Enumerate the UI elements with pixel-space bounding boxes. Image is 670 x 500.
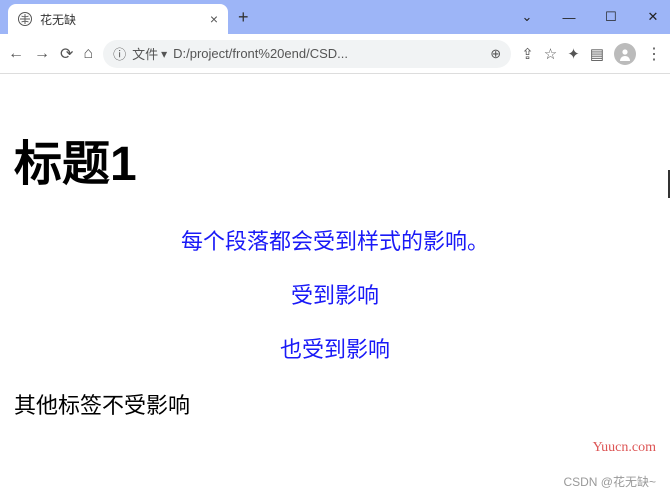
file-chip: 文件 ▾ (132, 44, 167, 63)
star-icon[interactable]: ☆ (544, 45, 557, 63)
page-content: 标题1 每个段落都会受到样式的影响。 受到影响 也受到影响 其他标签不受影响 (0, 74, 670, 438)
window-controls: ⌄ — ☐ ✕ (518, 9, 662, 25)
menu-icon[interactable]: ⋮ (646, 44, 662, 64)
caret-down-icon[interactable]: ⌄ (518, 9, 536, 25)
new-tab-button[interactable]: + (238, 7, 249, 28)
back-icon[interactable]: ← (8, 45, 24, 63)
maximize-button[interactable]: ☐ (602, 9, 620, 25)
url-text: D:/project/front%20end/CSD... (173, 46, 484, 61)
heading-1: 标题1 (14, 124, 656, 194)
address-bar[interactable]: ⓘ 文件 ▾ D:/project/front%20end/CSD... ⊕ (103, 40, 511, 68)
avatar[interactable] (614, 43, 636, 65)
globe-icon (18, 12, 32, 26)
tab-title: 花无缺 (40, 11, 202, 28)
reading-list-icon[interactable]: ▤ (590, 45, 604, 63)
paragraph-3: 也受到影响 (14, 332, 656, 364)
share-icon[interactable]: ⇪ (521, 45, 534, 63)
window-titlebar: 花无缺 × + ⌄ — ☐ ✕ (0, 0, 670, 34)
watermark-site: Yuucn.com (593, 440, 656, 456)
paragraph-1: 每个段落都会受到样式的影响。 (14, 224, 656, 256)
paragraph-2: 受到影响 (14, 278, 656, 310)
browser-toolbar: ← → ⟳ ⌂ ⓘ 文件 ▾ D:/project/front%20end/CS… (0, 34, 670, 74)
watermark-author: CSDN @花无缺~ (563, 473, 656, 490)
home-icon[interactable]: ⌂ (83, 45, 93, 63)
close-button[interactable]: ✕ (644, 9, 662, 25)
reload-icon[interactable]: ⟳ (60, 44, 73, 64)
browser-tab[interactable]: 花无缺 × (8, 4, 228, 34)
plain-text: 其他标签不受影响 (14, 388, 656, 420)
search-icon[interactable]: ⊕ (490, 46, 501, 62)
tab-close-icon[interactable]: × (210, 11, 218, 27)
forward-icon[interactable]: → (34, 45, 50, 63)
extensions-icon[interactable]: ✦ (567, 45, 580, 63)
info-icon: ⓘ (113, 44, 126, 63)
minimize-button[interactable]: — (560, 10, 578, 25)
